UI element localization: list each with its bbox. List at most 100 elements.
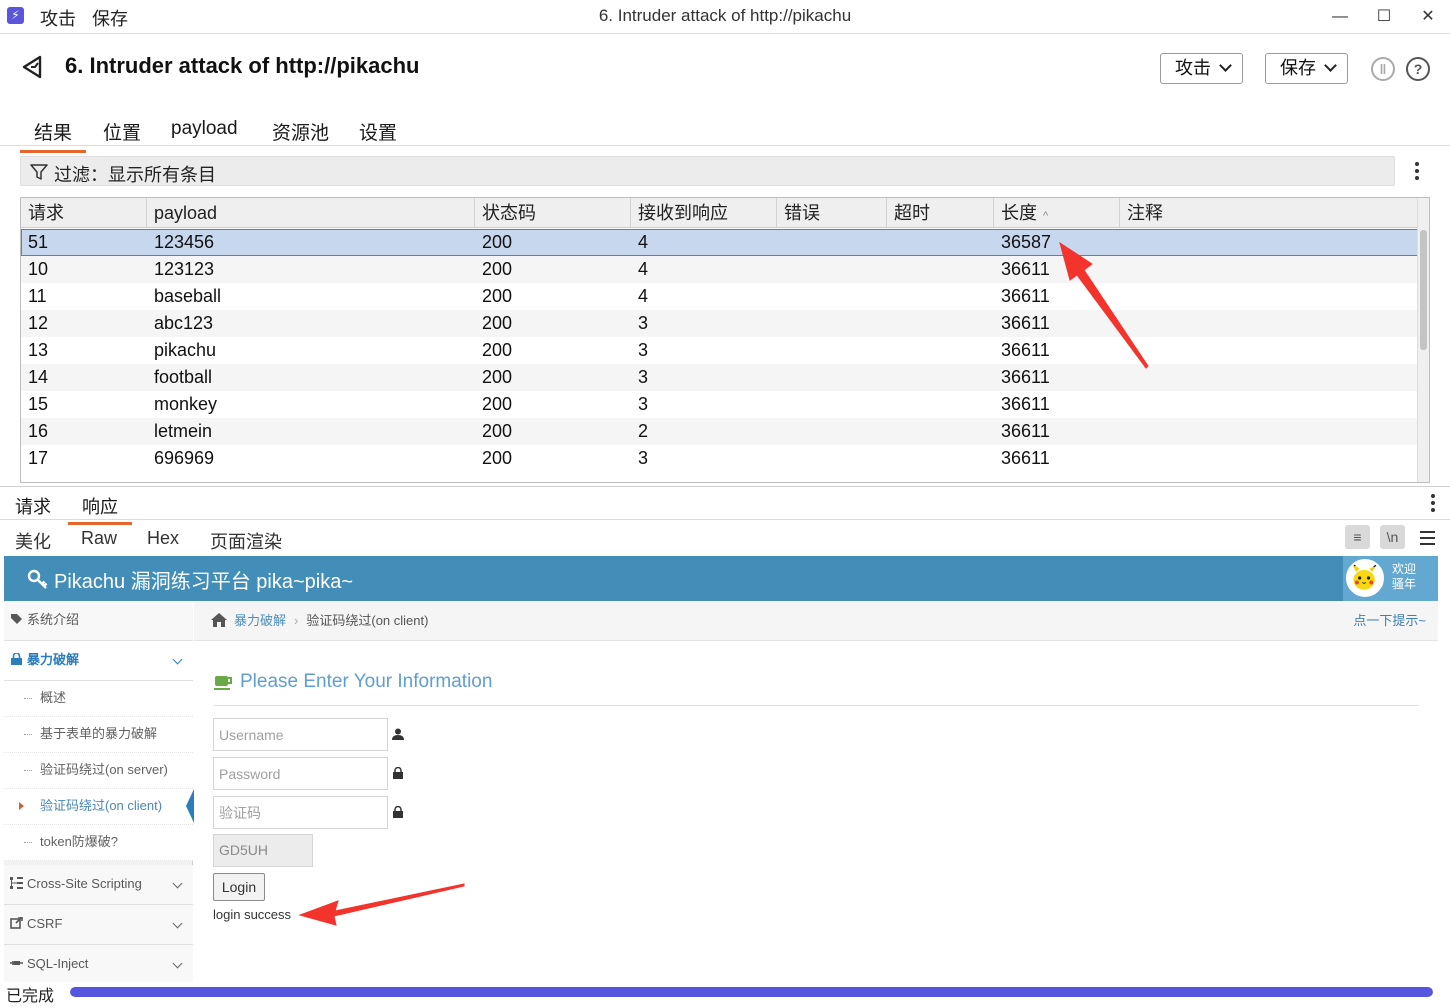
tab-raw[interactable]: Raw — [81, 528, 117, 549]
welcome-line-1: 欢迎 — [1392, 562, 1417, 576]
show-newlines-icon[interactable]: \n — [1380, 525, 1405, 549]
tab-request[interactable]: 请求 — [15, 493, 51, 519]
intruder-tabs: 结果 位置 payload 资源池 设置 — [0, 112, 1450, 153]
attack-dropdown-button[interactable]: 攻击 — [1160, 53, 1243, 84]
help-icon[interactable]: ? — [1406, 57, 1430, 81]
filter-bar[interactable]: 过滤：显示所有条目 — [20, 156, 1395, 186]
login-result-message: login success — [213, 907, 292, 922]
table-row[interactable]: 11 baseball 200 4 36611 — [21, 283, 1419, 310]
breadcrumb-parent[interactable]: 暴力破解 — [234, 613, 286, 628]
sidebar-item-csrf[interactable]: CSRF — [4, 905, 193, 945]
cell-comment — [1120, 310, 1127, 337]
tab-hex[interactable]: Hex — [147, 528, 179, 549]
password-input[interactable] — [213, 757, 388, 790]
sidebar-sub-captcha-server[interactable]: 验证码绕过(on server) — [4, 753, 193, 789]
cell-error — [777, 391, 784, 418]
table-row[interactable]: 12 abc123 200 3 36611 — [21, 310, 1419, 337]
table-row[interactable]: 10 123123 200 4 36611 — [21, 256, 1419, 283]
table-row[interactable]: 15 monkey 200 3 36611 — [21, 391, 1419, 418]
maximize-button[interactable]: ☐ — [1364, 2, 1404, 32]
tab-settings[interactable]: 设置 — [359, 118, 397, 145]
chevron-down-icon — [172, 958, 183, 969]
col-length[interactable]: 长度 ^ — [994, 198, 1120, 228]
cell-recv: 4 — [638, 286, 649, 306]
rendered-page: Pikachu 漏洞练习平台 pika~pika~ 欢迎 骚年 系统介绍 暴力破… — [4, 556, 1438, 982]
sidebar-sub-token[interactable]: token防爆破? — [4, 825, 193, 861]
cell-length: 36611 — [1001, 313, 1050, 333]
pikachu-brand[interactable]: Pikachu 漏洞练习平台 pika~pika~ — [54, 565, 353, 594]
window-title-bar: ⚡ 攻击 保存 6. Intruder attack of http://pik… — [0, 0, 1450, 34]
menu-icon[interactable] — [1420, 531, 1435, 549]
sidebar-item-intro[interactable]: 系统介绍 — [4, 601, 193, 641]
sidebar-sub-form-brute[interactable]: 基于表单的暴力破解 — [4, 717, 193, 753]
chevron-down-icon — [172, 878, 183, 889]
table-row[interactable]: 16 letmein 200 2 36611 — [21, 418, 1419, 445]
cell-payload: letmein — [154, 421, 213, 441]
tab-positions[interactable]: 位置 — [103, 118, 141, 145]
hint-link[interactable]: 点一下提示~ — [1353, 601, 1426, 641]
user-menu[interactable]: 欢迎 骚年 — [1343, 556, 1438, 601]
sidebar-item-xss[interactable]: Cross-Site Scripting — [4, 865, 193, 905]
sort-asc-icon: ^ — [1043, 210, 1049, 222]
status-text: 已完成 — [6, 988, 55, 1005]
cell-length: 36611 — [1001, 259, 1050, 279]
cell-error — [777, 310, 784, 337]
welcome-text: 欢迎 骚年 — [1392, 562, 1416, 592]
cell-length: 36611 — [1001, 340, 1050, 360]
cell-req: 17 — [28, 448, 49, 468]
home-icon — [211, 613, 227, 627]
cell-timeout — [887, 445, 894, 472]
col-payload[interactable]: payload — [147, 198, 475, 228]
tab-render[interactable]: 页面渲染 — [196, 528, 296, 560]
menu-save[interactable]: 保存 — [92, 5, 128, 31]
col-request[interactable]: 请求 — [21, 198, 147, 228]
sidebar-item-brute-force[interactable]: 暴力破解 — [4, 641, 193, 681]
col-comment[interactable]: 注释 — [1120, 198, 1419, 228]
window-title: 6. Intruder attack of http://pikachu — [598, 6, 852, 25]
tab-payloads[interactable]: payload — [171, 118, 238, 140]
sidebar-sub-overview[interactable]: 概述 — [4, 681, 193, 717]
lock-icon — [393, 767, 403, 779]
pause-icon[interactable]: ‖ — [1371, 57, 1395, 81]
table-row[interactable]: 14 football 200 3 36611 — [21, 364, 1419, 391]
form-divider — [214, 705, 1419, 706]
table-scrollbar[interactable] — [1417, 198, 1429, 482]
col-error[interactable]: 错误 — [777, 198, 887, 228]
captcha-input[interactable] — [213, 796, 388, 829]
minimize-button[interactable]: — — [1320, 2, 1360, 32]
sidebar-sub-captcha-client[interactable]: 验证码绕过(on client) — [4, 789, 194, 825]
cell-timeout — [887, 310, 894, 337]
cell-timeout — [887, 256, 894, 283]
scrollbar-thumb[interactable] — [1420, 230, 1427, 350]
col-response-received[interactable]: 接收到响应 — [631, 198, 777, 228]
cell-payload: 696969 — [154, 448, 215, 468]
tab-response[interactable]: 响应 — [68, 493, 132, 525]
sidebar-item-intro-label: 系统介绍 — [27, 612, 80, 627]
message-tabs: 请求 响应 — [0, 486, 1450, 525]
table-row[interactable]: 17 696969 200 3 36611 — [21, 445, 1419, 472]
col-timeout[interactable]: 超时 — [887, 198, 994, 228]
captcha-code[interactable]: GD5UH — [213, 834, 313, 867]
table-row[interactable]: 13 pikachu 200 3 36611 — [21, 337, 1419, 364]
save-dropdown-button[interactable]: 保存 — [1265, 53, 1348, 84]
syringe-icon — [10, 961, 23, 965]
tab-pretty[interactable]: 美化 — [15, 528, 51, 554]
tab-results[interactable]: 结果 — [19, 118, 87, 153]
close-button[interactable]: ✕ — [1408, 2, 1448, 32]
menu-attack[interactable]: 攻击 — [40, 5, 76, 31]
filter-more-icon[interactable] — [1414, 162, 1420, 183]
cell-status: 200 — [482, 313, 513, 333]
tab-resource-pool[interactable]: 资源池 — [272, 118, 329, 145]
sidebar-item-sqli[interactable]: SQL-Inject — [4, 945, 193, 982]
cell-payload: football — [154, 367, 213, 387]
col-status[interactable]: 状态码 — [475, 198, 631, 228]
message-more-icon[interactable] — [1430, 494, 1436, 515]
table-row[interactable]: 51 123456 200 4 36587 — [21, 229, 1419, 256]
breadcrumb-current: 验证码绕过(on client) — [306, 613, 429, 628]
cell-status: 200 — [482, 259, 513, 279]
login-button[interactable]: Login — [213, 873, 265, 901]
sidebar-sub-overview-label: 概述 — [40, 690, 67, 705]
username-input[interactable] — [213, 718, 388, 751]
wrap-lines-icon[interactable]: ≡ — [1345, 525, 1370, 549]
cell-length: 36611 — [1001, 421, 1050, 441]
